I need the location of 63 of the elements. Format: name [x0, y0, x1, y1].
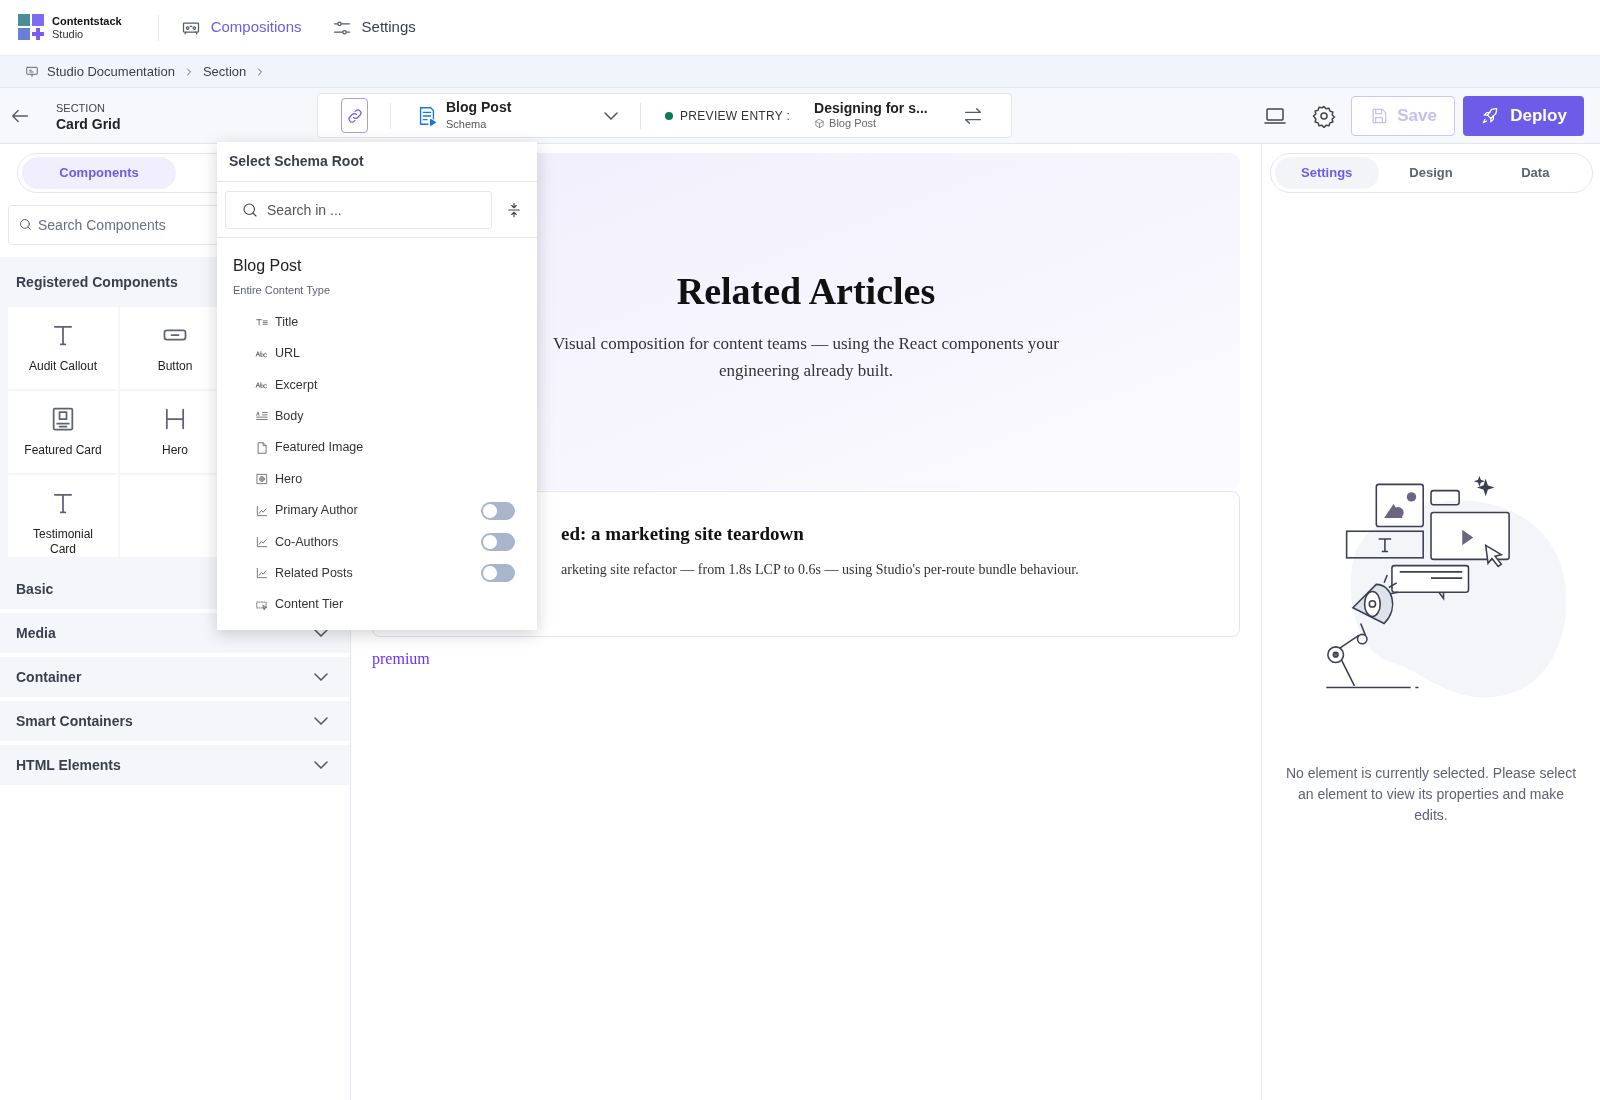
schema-dropdown[interactable]: Blog Post Schema — [416, 98, 618, 133]
preview-label: PREVIEW ENTRY : — [680, 107, 791, 125]
menu-title: Select Schema Root — [217, 142, 537, 182]
product-name: Studio — [52, 27, 85, 41]
chevron-down-icon — [604, 111, 618, 120]
toggle-switch[interactable] — [481, 564, 515, 583]
panel-tab[interactable]: Settings — [1274, 157, 1379, 189]
chart-icon — [255, 566, 269, 581]
link-button[interactable] — [341, 98, 368, 133]
logo-icon — [18, 14, 45, 41]
grid-icon — [255, 472, 269, 487]
breadcrumb-link[interactable]: Section — [202, 61, 247, 82]
schema-root-option[interactable]: Blog Post Entire Content Type — [217, 254, 537, 299]
card-title: ed: a marketing site teardown — [561, 522, 805, 546]
section-heading: Registered Components — [16, 272, 178, 292]
category-header[interactable]: HTML Elements — [0, 745, 350, 785]
presentation-icon — [25, 64, 39, 79]
chevron-down-icon — [314, 673, 328, 681]
category-header[interactable]: Smart Containers — [0, 701, 350, 741]
entry-title: Designing for s... — [814, 100, 929, 116]
search-icon — [241, 200, 259, 219]
chevron-down-icon — [314, 761, 328, 769]
entry-type: Blog Post — [829, 116, 877, 131]
chevron-down-icon — [314, 629, 328, 637]
brand-name: Contentstack — [52, 14, 122, 28]
card-text: arketing site refactor — from 1.8s LCP to 0.6s — using Studio's per-route bundle behaviour. — [561, 560, 1080, 579]
component-tile[interactable]: Testimonial Card — [8, 475, 118, 557]
toggle-switch[interactable] — [481, 501, 515, 520]
field-option[interactable]: Featured Image — [275, 438, 515, 458]
field-option[interactable]: Co-Authors — [275, 532, 481, 552]
component-tile[interactable]: Audit Callout — [8, 307, 118, 389]
cube-icon — [814, 117, 826, 129]
nav-link[interactable]: Settings — [331, 16, 416, 39]
hero-heading: Related Articles — [676, 269, 936, 314]
file-icon — [255, 440, 269, 455]
hero-text: Visual composition for content teams — using the React components your engineering already built. — [551, 333, 1061, 382]
search-icon — [18, 217, 33, 232]
category-header[interactable]: Container — [0, 657, 350, 697]
link-icon — [345, 106, 364, 125]
field-option[interactable]: Excerpt — [275, 375, 515, 395]
section-label: SECTION — [56, 100, 106, 116]
breadcrumb-link[interactable]: Studio Documentation — [47, 61, 175, 82]
settings-icon[interactable] — [1312, 103, 1336, 128]
field-option[interactable]: Body — [275, 407, 515, 426]
component-title: Card Grid — [56, 115, 122, 132]
component-tile[interactable]: Featured Card — [8, 391, 118, 473]
collapse-icon[interactable] — [505, 200, 523, 219]
tag-link[interactable]: premium — [372, 647, 430, 671]
chart-icon — [255, 534, 269, 549]
empty-state-message: No element is currently selected. Please select an element to view its properties and make edits. — [1284, 764, 1578, 825]
panel-tab[interactable]: Design — [1378, 157, 1484, 189]
field-option[interactable]: Hero — [275, 469, 515, 489]
toggle-switch[interactable] — [481, 532, 515, 551]
deploy-button[interactable]: Deploy — [1463, 95, 1584, 136]
search-field[interactable]: Search in ... — [225, 190, 492, 229]
field-option[interactable]: Title — [275, 312, 515, 332]
panel-tab[interactable]: Components — [22, 157, 176, 189]
nav-link[interactable]: Compositions — [180, 16, 302, 39]
field-option[interactable]: URL — [275, 344, 515, 363]
panel-tab[interactable]: Data — [1483, 157, 1588, 189]
chevron-down-icon — [314, 717, 328, 725]
chart-icon — [255, 503, 269, 518]
field-option[interactable]: Primary Author — [275, 501, 481, 520]
